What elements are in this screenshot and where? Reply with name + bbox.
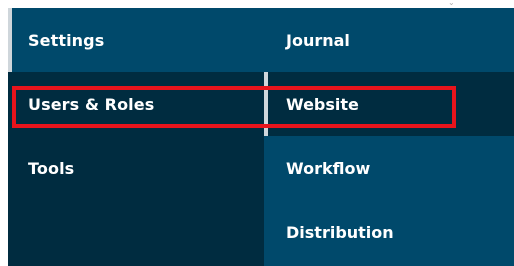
submenu-item-distribution[interactable]: Distribution [264, 200, 514, 264]
submenu-item-label: Journal [286, 30, 350, 50]
background-mark: ⌄ [448, 0, 455, 7]
background-strip [264, 0, 514, 8]
submenu-item-website[interactable]: Website [264, 72, 514, 136]
hover-indicator [264, 72, 268, 136]
settings-submenu: Journal Website Workflow Distribution [264, 8, 514, 266]
submenu-item-label: Website [286, 94, 359, 114]
navigation-screenshot: ⌄ Settings Users & Roles Tools Journal W… [0, 0, 514, 266]
nav-item-settings[interactable]: Settings [8, 8, 264, 72]
nav-item-tools[interactable]: Tools [8, 136, 264, 200]
submenu-item-workflow[interactable]: Workflow [264, 136, 514, 200]
nav-item-label: Users & Roles [28, 94, 155, 114]
nav-item-label: Settings [28, 30, 105, 50]
submenu-item-journal[interactable]: Journal [264, 8, 514, 72]
submenu-item-label: Distribution [286, 222, 394, 242]
submenu-item-label: Workflow [286, 158, 371, 178]
nav-item-label: Tools [28, 158, 75, 178]
nav-item-users-roles[interactable]: Users & Roles [8, 72, 264, 136]
main-nav: Settings Users & Roles Tools [8, 8, 264, 266]
